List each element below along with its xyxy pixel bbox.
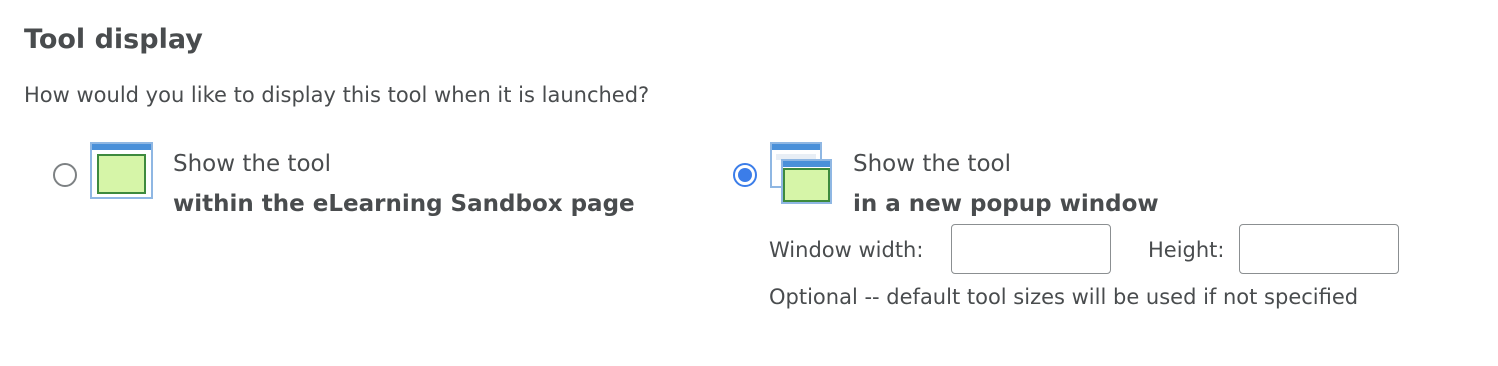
size-hint: Optional -- default tool sizes will be u… xyxy=(769,285,1359,309)
window-width-label: Window width: xyxy=(769,238,924,262)
embedded-window-icon xyxy=(90,142,154,200)
option-embedded-title: Show the tool xyxy=(173,151,331,177)
window-width-input[interactable] xyxy=(951,224,1111,274)
window-height-input[interactable] xyxy=(1239,224,1399,274)
option-popup-title: Show the tool xyxy=(853,151,1011,177)
option-popup-description: in a new popup window xyxy=(853,191,1159,217)
option-embedded-description: within the eLearning Sandbox page xyxy=(173,191,635,217)
section-heading: Tool display xyxy=(24,24,203,55)
display-question: How would you like to display this tool … xyxy=(24,83,650,107)
radio-embedded[interactable] xyxy=(53,163,77,187)
popup-window-icon xyxy=(770,142,834,206)
window-height-label: Height: xyxy=(1148,238,1225,262)
radio-popup[interactable] xyxy=(733,163,757,187)
